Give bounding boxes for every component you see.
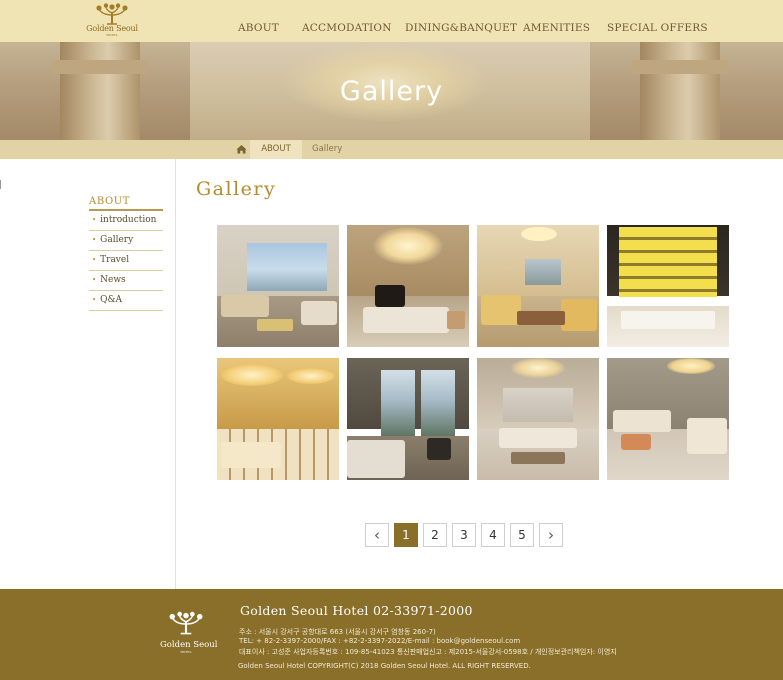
footer-copyright: Golden Seoul Hotel COPYRIGHT(C) 2018 Gol… bbox=[238, 662, 531, 670]
sidebar-item-label: Travel bbox=[100, 255, 130, 265]
photo-table bbox=[517, 311, 565, 325]
chevron-right-icon: › bbox=[548, 526, 554, 544]
photo-sofa bbox=[363, 307, 449, 333]
sidebar-item-label: News bbox=[100, 275, 126, 285]
sidebar-item-gallery[interactable]: • Gallery bbox=[89, 231, 163, 251]
gallery-photo[interactable] bbox=[217, 358, 339, 480]
footer-logo-subtext: HOTEL bbox=[180, 650, 192, 654]
footer-address: 주소 : 서울시 강서구 공항대로 663 (서울시 강서구 염창동 260-7… bbox=[239, 628, 436, 636]
footer-logo-text: Golden Seoul bbox=[160, 640, 218, 650]
nav-item-special-offers[interactable]: SPECIAL OFFERS bbox=[607, 22, 708, 34]
photo-window bbox=[247, 243, 327, 291]
photo-window bbox=[525, 259, 561, 285]
chevron-left-icon: ‹ bbox=[374, 526, 380, 544]
home-icon bbox=[236, 145, 247, 154]
photo-chair bbox=[427, 438, 451, 460]
breadcrumb: ABOUT Gallery bbox=[0, 140, 783, 159]
breadcrumb-about[interactable]: ABOUT bbox=[250, 140, 302, 159]
site-header: Golden Seoul HOTEL ABOUT ACCMODATION DIN… bbox=[0, 0, 783, 42]
sidebar-item-label: Q&A bbox=[100, 295, 123, 305]
photo-dining-table bbox=[621, 311, 715, 329]
sidebar-item-label: Gallery bbox=[100, 235, 134, 245]
edge-divider bbox=[0, 180, 1, 189]
page-button-4[interactable]: 4 bbox=[481, 523, 505, 547]
gallery-photo[interactable] bbox=[347, 225, 469, 347]
main-nav: ABOUT ACCMODATION DINING&BANQUET AMENITI… bbox=[0, 22, 783, 38]
gallery-photo[interactable] bbox=[477, 358, 599, 480]
photo-armchair bbox=[561, 299, 597, 331]
photo-wall-panel bbox=[503, 388, 573, 422]
gallery-photo[interactable] bbox=[607, 225, 729, 347]
gallery-photo[interactable] bbox=[607, 358, 729, 480]
photo-table bbox=[511, 452, 565, 464]
sidebar-item-label: introduction bbox=[100, 215, 157, 225]
bullet-icon: • bbox=[92, 296, 97, 304]
page-button-3[interactable]: 3 bbox=[452, 523, 476, 547]
prev-page-button[interactable]: ‹ bbox=[365, 523, 389, 547]
photo-piano bbox=[375, 285, 405, 307]
footer-business-info: 대표이사 : 고성준 사업자등록번호 : 109-85-41023 통신판매업신… bbox=[239, 648, 617, 656]
sidebar-item-introduction[interactable]: • introduction bbox=[89, 211, 163, 231]
photo-ceiling-light bbox=[521, 227, 557, 241]
photo-ottoman bbox=[621, 434, 651, 450]
page-title: Gallery bbox=[196, 178, 277, 200]
gallery-photo[interactable] bbox=[347, 358, 469, 480]
photo-bed bbox=[347, 440, 405, 478]
bullet-icon: • bbox=[92, 256, 97, 264]
tree-logo-icon bbox=[169, 611, 203, 635]
photo-window bbox=[381, 370, 415, 436]
photo-chandelier bbox=[667, 358, 715, 374]
bullet-icon: • bbox=[92, 236, 97, 244]
sidebar-item-qna[interactable]: • Q&A bbox=[89, 291, 163, 311]
photo-armchair bbox=[481, 295, 521, 325]
footer-logo: Golden Seoul HOTEL bbox=[160, 609, 218, 655]
sidebar-menu: • introduction • Gallery • Travel • News • Q&… bbox=[89, 211, 163, 311]
photo-chandelier bbox=[373, 227, 443, 265]
photo-side-table bbox=[447, 311, 465, 329]
photo-bar-shelves bbox=[619, 227, 717, 297]
photo-round-light bbox=[287, 368, 335, 384]
site-footer: Golden Seoul HOTEL Golden Seoul Hotel 02… bbox=[0, 589, 783, 680]
photo-chandelier bbox=[511, 358, 565, 378]
footer-contact: TEL: + 82-2-3397-2000/FAX : +82-2-3397-2… bbox=[239, 637, 521, 645]
gallery-photo[interactable] bbox=[477, 225, 599, 347]
breadcrumb-gallery: Gallery bbox=[312, 144, 343, 154]
photo-window bbox=[421, 370, 455, 436]
photo-round-light bbox=[221, 364, 283, 386]
photo-sofa bbox=[221, 295, 269, 317]
page-button-2[interactable]: 2 bbox=[423, 523, 447, 547]
breadcrumb-home[interactable] bbox=[233, 140, 250, 159]
sidebar: ABOUT • introduction • Gallery • Travel • Ne… bbox=[89, 196, 163, 311]
banner-title: Gallery bbox=[339, 76, 444, 107]
page-button-5[interactable]: 5 bbox=[510, 523, 534, 547]
sidebar-item-news[interactable]: • News bbox=[89, 271, 163, 291]
footer-title: Golden Seoul Hotel 02-33971-2000 bbox=[240, 603, 473, 618]
gallery-photo[interactable] bbox=[217, 225, 339, 347]
photo-table bbox=[257, 319, 293, 331]
bullet-icon: • bbox=[92, 276, 97, 284]
page-banner: Gallery bbox=[0, 42, 783, 140]
pagination: ‹ 1 2 3 4 5 › bbox=[0, 523, 783, 547]
nav-item-amenities[interactable]: AMENITIES bbox=[523, 22, 590, 34]
photo-chair bbox=[301, 301, 337, 325]
photo-sofa bbox=[687, 418, 727, 454]
page-button-1[interactable]: 1 bbox=[394, 523, 418, 547]
nav-item-accommodation[interactable]: ACCMODATION bbox=[302, 22, 392, 34]
photo-sofa bbox=[613, 410, 671, 432]
next-page-button[interactable]: › bbox=[539, 523, 563, 547]
sidebar-item-travel[interactable]: • Travel bbox=[89, 251, 163, 271]
nav-item-dining-banquet[interactable]: DINING&BANQUET bbox=[405, 22, 517, 34]
sidebar-title: ABOUT bbox=[89, 196, 163, 211]
photo-sofa bbox=[499, 428, 577, 448]
photo-booth bbox=[221, 442, 281, 468]
bullet-icon: • bbox=[92, 216, 97, 224]
nav-item-about[interactable]: ABOUT bbox=[238, 22, 279, 34]
